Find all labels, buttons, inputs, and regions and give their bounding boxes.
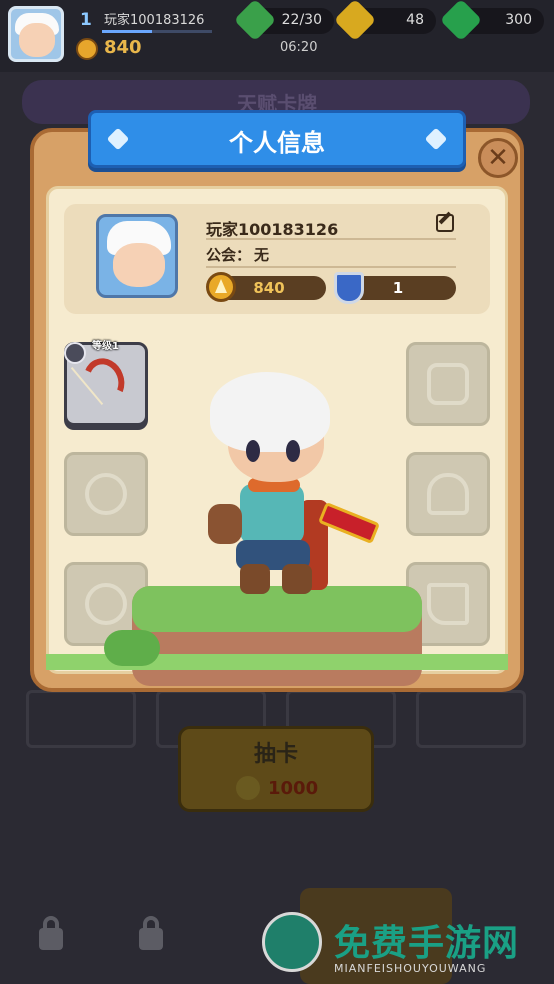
watermark-text: 免费手游网 xyxy=(334,923,520,964)
power-value: 840 xyxy=(104,37,142,58)
power-icon xyxy=(76,38,98,60)
modal-title: 个人信息 xyxy=(229,129,325,157)
watermark-subtext: MIANFEISHOUYOUWANG xyxy=(334,962,487,975)
close-icon: ✕ xyxy=(487,143,509,173)
ring-icon xyxy=(85,583,127,625)
draw-card-label: 抽卡 xyxy=(253,742,298,767)
gem-counter[interactable]: 300 xyxy=(439,0,544,42)
helmet-slot[interactable] xyxy=(406,452,490,536)
divider xyxy=(206,238,456,240)
shield-icon xyxy=(334,272,364,304)
edit-name-icon[interactable] xyxy=(436,214,454,232)
upgrade-icon xyxy=(64,342,86,364)
weapon-slot-level: 等级1 xyxy=(92,341,119,352)
gold-icon xyxy=(236,776,260,800)
card-slot xyxy=(26,690,136,748)
energy-counter[interactable]: 22/30 xyxy=(233,0,334,42)
draw-card-cost: 1000 xyxy=(268,778,319,799)
helmet-icon xyxy=(427,473,469,515)
armor-icon xyxy=(427,363,469,405)
character-boot xyxy=(282,564,312,594)
close-button[interactable]: ✕ xyxy=(478,138,518,178)
guild-label: 公会： xyxy=(206,246,252,264)
player-avatar[interactable] xyxy=(8,6,64,62)
character-body xyxy=(240,484,304,544)
power-icon xyxy=(206,272,236,302)
character-eye xyxy=(246,440,260,462)
character-eye xyxy=(286,440,300,462)
lock-icon xyxy=(34,914,68,952)
energy-value: 22/30 xyxy=(281,12,322,28)
gold-counter[interactable]: 48 xyxy=(333,0,436,42)
character-boot xyxy=(240,564,270,594)
gold-value: 48 xyxy=(406,12,424,28)
bush xyxy=(104,630,160,666)
xp-bar xyxy=(102,30,212,33)
xp-bar-fill xyxy=(102,30,152,33)
character-arm xyxy=(208,504,242,544)
player-level: 1 xyxy=(80,10,92,30)
profile-name: 玩家100183126 xyxy=(206,220,339,239)
armor-slot[interactable] xyxy=(406,342,490,426)
energy-timer: 06:20 xyxy=(280,40,318,55)
player-name: 玩家100183126 xyxy=(104,13,205,28)
platform-grass xyxy=(132,586,422,632)
guild-value: 无 xyxy=(254,246,270,264)
amulet-icon xyxy=(85,473,127,515)
card-slot xyxy=(416,690,526,748)
lock-icon xyxy=(134,914,168,952)
amulet-slot[interactable] xyxy=(64,452,148,536)
character-hair xyxy=(210,372,330,452)
gem-value: 300 xyxy=(505,12,532,28)
watermark-logo xyxy=(262,912,322,972)
boots-icon xyxy=(427,583,469,625)
profile-avatar[interactable] xyxy=(96,214,178,298)
divider xyxy=(206,266,456,268)
